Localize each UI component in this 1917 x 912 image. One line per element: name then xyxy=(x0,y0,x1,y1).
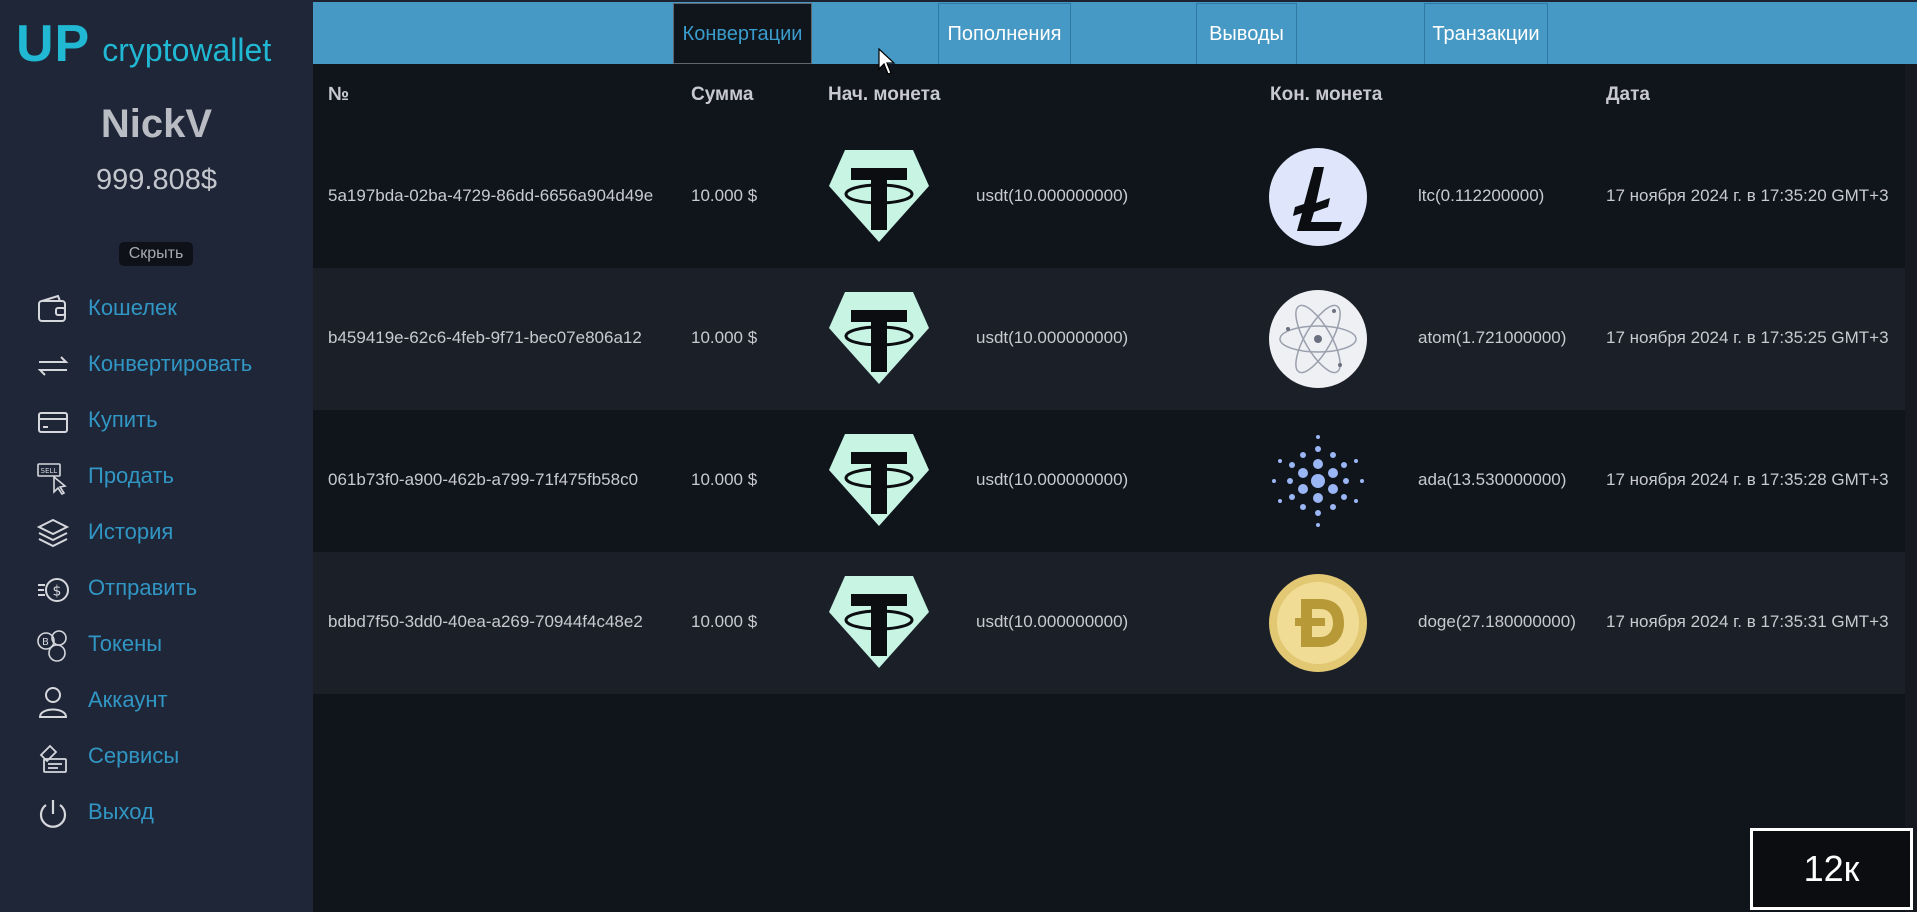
tabs-bar: Конвертации Пополнения Выводы Транзакции xyxy=(313,0,1917,64)
from-coin-amount: usdt(10.000000000) xyxy=(976,470,1129,489)
conversion-date: 17 ноября 2024 г. в 17:35:31 GMT+3 xyxy=(1606,612,1889,631)
column-header-amount: Сумма xyxy=(691,84,754,105)
tether-icon xyxy=(829,434,929,526)
tab-conversions[interactable]: Конвертации xyxy=(673,3,812,64)
sidebar-item-label: Сервисы xyxy=(88,743,180,768)
sidebar-item-history[interactable]: История xyxy=(0,505,313,561)
column-header-date: Дата xyxy=(1606,84,1650,105)
tether-icon xyxy=(829,292,929,384)
tether-icon xyxy=(829,576,929,668)
sidebar-item-sell[interactable]: SELL Продать xyxy=(0,449,313,505)
svg-text:SELL: SELL xyxy=(41,467,58,475)
conversion-date: 17 ноября 2024 г. в 17:35:25 GMT+3 xyxy=(1606,328,1889,347)
table-row[interactable]: 061b73f0-a900-462b-a799-71f475fb58c0 10.… xyxy=(313,410,1905,552)
sidebar-nav: Кошелек Конвертировать Купить SELL Прода… xyxy=(0,281,313,841)
from-coin-amount: usdt(10.000000000) xyxy=(976,612,1129,631)
column-header-id: № xyxy=(328,84,350,105)
sidebar-item-label: Токены xyxy=(88,631,163,656)
conversion-amount: 10.000 $ xyxy=(691,328,758,347)
wallet-icon xyxy=(38,294,66,322)
balance: 999.808$ xyxy=(96,164,217,196)
table-row[interactable]: bdbd7f50-3dd0-40ea-a269-70944f4c48e2 10.… xyxy=(313,552,1905,694)
logo-subtitle: cryptowallet xyxy=(102,32,272,68)
to-coin-amount: atom(1.721000000) xyxy=(1418,328,1567,347)
sidebar-item-label: Выход xyxy=(88,799,154,824)
sidebar-item-label: Продать xyxy=(88,463,174,488)
conversion-id: 061b73f0-a900-462b-a799-71f475fb58c0 xyxy=(328,470,639,489)
hide-balance-button[interactable]: Скрыть xyxy=(119,242,193,266)
conversion-date: 17 ноября 2024 г. в 17:35:28 GMT+3 xyxy=(1606,470,1889,489)
conversion-date: 17 ноября 2024 г. в 17:35:20 GMT+3 xyxy=(1606,186,1889,205)
to-coin-amount: ltc(0.112200000) xyxy=(1418,186,1545,205)
svg-text:B: B xyxy=(42,637,49,648)
column-header-to-coin: Кон. монета xyxy=(1270,84,1383,105)
svg-text:$: $ xyxy=(53,584,62,600)
tab-deposits[interactable]: Пополнения xyxy=(938,3,1071,64)
layers-icon xyxy=(36,518,70,548)
column-header-from-coin: Нач. монета xyxy=(828,84,941,105)
sidebar-item-label: Кошелек xyxy=(88,295,177,320)
convert-icon xyxy=(37,356,69,376)
power-icon xyxy=(39,800,67,828)
table-row[interactable]: 5a197bda-02ba-4729-86dd-6656a904d49e 10.… xyxy=(313,126,1905,268)
services-icon xyxy=(39,744,67,773)
logo-up: UP xyxy=(16,15,91,73)
sidebar-item-wallet[interactable]: Кошелек xyxy=(0,281,313,337)
conversion-id: 5a197bda-02ba-4729-86dd-6656a904d49e xyxy=(328,186,654,205)
sidebar-item-logout[interactable]: Выход xyxy=(0,785,313,841)
to-coin-amount: doge(27.180000000) xyxy=(1418,612,1576,631)
tab-transactions[interactable]: Транзакции xyxy=(1424,3,1548,64)
sidebar-item-tokens[interactable]: B Токены xyxy=(0,617,313,673)
tab-withdrawals[interactable]: Выводы xyxy=(1196,3,1297,64)
tether-icon xyxy=(829,150,929,242)
conversion-amount: 10.000 $ xyxy=(691,612,758,631)
username: NickV xyxy=(100,102,213,146)
from-coin-amount: usdt(10.000000000) xyxy=(976,328,1129,347)
send-dollar-icon: $ xyxy=(38,578,69,602)
sidebar-item-label: История xyxy=(88,519,174,544)
from-coin-amount: usdt(10.000000000) xyxy=(976,186,1129,205)
conversion-amount: 10.000 $ xyxy=(691,186,758,205)
to-coin-amount: ada(13.530000000) xyxy=(1418,470,1567,489)
card-icon xyxy=(38,412,68,433)
scrollbar[interactable] xyxy=(1905,64,1917,912)
sidebar-item-buy[interactable]: Купить xyxy=(0,393,313,449)
conversion-id: bdbd7f50-3dd0-40ea-a269-70944f4c48e2 xyxy=(328,612,643,631)
table-header: № Сумма Нач. монета Кон. монета Дата xyxy=(313,64,1905,126)
table-row[interactable]: b459419e-62c6-4feb-9f71-bec07e806a12 10.… xyxy=(313,268,1905,410)
sidebar-item-label: Отправить xyxy=(88,575,198,600)
sell-icon: SELL xyxy=(37,463,67,495)
logo[interactable]: UP cryptowallet xyxy=(16,14,271,74)
conversion-id: b459419e-62c6-4feb-9f71-bec07e806a12 xyxy=(328,328,642,347)
cardano-icon xyxy=(1272,435,1364,527)
sidebar-item-send[interactable]: $ Отправить xyxy=(0,561,313,617)
conversion-amount: 10.000 $ xyxy=(691,470,758,489)
cosmos-atom-icon xyxy=(1269,290,1367,388)
sidebar-item-label: Аккаунт xyxy=(88,687,168,712)
sidebar: UP cryptowallet NickV 999.808$ Скрыть Кош… xyxy=(0,0,313,912)
sidebar-item-services[interactable]: Сервисы xyxy=(0,729,313,785)
sidebar-item-convert[interactable]: Конвертировать xyxy=(0,337,313,393)
user-icon xyxy=(38,687,68,718)
conversions-table: № Сумма Нач. монета Кон. монета Дата 5a1… xyxy=(313,64,1905,694)
sidebar-item-label: Купить xyxy=(88,407,158,432)
overlay-badge: 12к xyxy=(1750,828,1913,910)
litecoin-icon xyxy=(1269,148,1367,246)
tokens-icon: B xyxy=(37,630,67,662)
sidebar-item-label: Конвертировать xyxy=(88,351,253,376)
dogecoin-icon xyxy=(1269,574,1367,672)
sidebar-item-account[interactable]: Аккаунт xyxy=(0,673,313,729)
